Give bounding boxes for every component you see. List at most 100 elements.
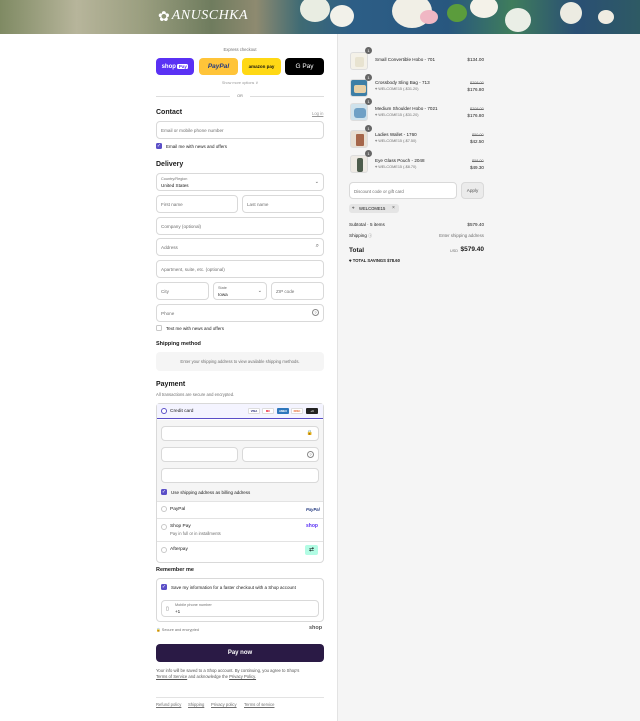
shipping-method-placeholder: Enter your shipping address to view avai… xyxy=(156,352,324,371)
close-icon[interactable]: × xyxy=(392,205,395,211)
tag-icon: ⌖ xyxy=(375,139,378,143)
visa-icon: VISA xyxy=(248,408,260,414)
expiration-input[interactable] xyxy=(161,447,238,462)
mastercard-icon: MC xyxy=(262,408,274,414)
help-icon[interactable]: ? xyxy=(307,451,314,458)
credit-card-label: Credit card xyxy=(170,409,194,414)
discount-code-input[interactable]: Discount code or gift card xyxy=(349,182,457,199)
paypal-radio[interactable] xyxy=(161,506,167,512)
afterpay-radio[interactable] xyxy=(161,547,167,553)
hero-banner xyxy=(0,0,640,34)
item-discount: ⌖ WELCOME15 (-$8.70) xyxy=(375,165,417,169)
lock-icon: 🔒 xyxy=(306,430,313,436)
tag-icon: ⌖ xyxy=(352,205,355,210)
subtotal-value: $579.40 xyxy=(467,222,484,227)
product-thumbnail xyxy=(350,79,368,97)
paypal-logo: PayPal xyxy=(306,507,320,512)
quantity-badge: 1 xyxy=(365,47,372,54)
text-news-checkbox[interactable] xyxy=(156,325,162,331)
email-input[interactable]: Email or mobile phone number xyxy=(156,121,324,139)
express-checkout-title: Express checkout xyxy=(223,47,257,52)
login-link[interactable]: Log in xyxy=(312,111,323,116)
apartment-input[interactable]: Apartment, suite, etc. (optional) xyxy=(156,260,324,278)
zip-input[interactable]: ZIP code xyxy=(271,282,324,300)
terms-of-service-link[interactable]: Terms of Service xyxy=(156,674,187,679)
shipping-link[interactable]: Shipping xyxy=(188,702,204,707)
shipping-value: Enter shipping address xyxy=(439,233,484,238)
phone-input[interactable]: Phone ? xyxy=(156,304,324,322)
more-cards-badge: +4 xyxy=(306,408,318,414)
item-price: $176.80 xyxy=(467,113,484,118)
quantity-badge: 1 xyxy=(365,74,372,81)
banner-flower-art xyxy=(300,0,330,22)
delivery-heading: Delivery xyxy=(156,161,184,168)
total-savings: ⌖ TOTAL SAVINGS $78.60 xyxy=(349,258,400,263)
quantity-badge: 1 xyxy=(365,150,372,157)
email-news-checkbox[interactable] xyxy=(156,143,162,149)
chevron-down-icon: ⌄ xyxy=(314,179,319,185)
mobile-phone-input[interactable]: ▯ Mobile phone number +1 xyxy=(161,600,319,617)
privacy-policy-footer-link[interactable]: Privacy policy xyxy=(211,702,237,707)
product-thumbnail xyxy=(350,130,368,148)
billing-address-checkbox[interactable] xyxy=(161,489,167,495)
payment-subtitle: All transactions are secure and encrypte… xyxy=(156,392,235,397)
amex-icon: AMEX xyxy=(277,408,289,414)
item-price: $176.80 xyxy=(467,87,484,92)
product-thumbnail xyxy=(350,155,368,173)
item-original-price: $58.00 xyxy=(472,159,484,163)
google-pay-button[interactable]: G Pay xyxy=(285,58,324,75)
last-name-input[interactable]: Last name xyxy=(242,195,324,213)
credit-card-radio[interactable] xyxy=(161,408,167,414)
total-value: $579.40 xyxy=(460,246,485,253)
shop-logo-footer: shop xyxy=(309,625,323,631)
payment-heading: Payment xyxy=(156,381,186,388)
amazon-pay-button[interactable]: amazon pay xyxy=(242,58,281,75)
first-name-input[interactable]: First name xyxy=(156,195,238,213)
paypal-label: PayPal xyxy=(170,507,186,512)
shop-logo: shop xyxy=(306,523,318,529)
item-original-price: $50.00 xyxy=(472,133,484,137)
or-separator: OR xyxy=(237,94,243,98)
email-news-label: Email me with news and offers xyxy=(166,144,227,149)
quantity-badge: 1 xyxy=(365,125,372,132)
save-info-label: Save my information for a faster checkou… xyxy=(171,585,296,590)
pay-now-button[interactable]: Pay now xyxy=(156,644,324,662)
terms-of-service-footer-link[interactable]: Terms of service xyxy=(244,702,274,707)
shop-pay-radio[interactable] xyxy=(161,524,167,530)
item-name: Small Convertible Hobo - 701 xyxy=(375,57,436,62)
tag-icon: ⌖ xyxy=(375,165,378,169)
help-icon[interactable]: ⓘ xyxy=(368,233,372,238)
privacy-policy-link[interactable]: Privacy Policy. xyxy=(229,674,256,679)
footer-divider xyxy=(156,697,324,698)
product-thumbnail xyxy=(350,103,368,121)
refund-policy-link[interactable]: Refund policy xyxy=(156,702,181,707)
shipping-label: Shipping ⓘ xyxy=(349,233,373,238)
security-code-input[interactable]: ? xyxy=(242,447,319,462)
apply-discount-button[interactable]: Apply xyxy=(461,182,484,199)
afterpay-label: Afterpay xyxy=(170,547,188,552)
help-icon[interactable]: ? xyxy=(312,309,319,316)
state-select[interactable]: State Iowa ⌄ xyxy=(213,282,267,300)
product-thumbnail xyxy=(350,52,368,70)
more-options-link[interactable]: Show more options ∨ xyxy=(212,80,268,85)
country-select[interactable]: Country/Region United States ⌄ xyxy=(156,173,324,191)
secure-note: 🔒 Secure and encrypted xyxy=(156,628,199,632)
address-input[interactable]: Address ⌕ xyxy=(156,238,324,256)
item-price: $42.50 xyxy=(469,139,484,144)
card-number-input[interactable]: 🔒 xyxy=(161,426,319,441)
company-input[interactable]: Company (optional) xyxy=(156,217,324,235)
item-discount: ⌖ WELCOME15 (-$31.20) xyxy=(375,113,419,117)
shop-pay-button[interactable]: shop Pay xyxy=(156,58,194,75)
save-info-checkbox[interactable] xyxy=(161,584,167,590)
name-on-card-input[interactable] xyxy=(161,468,319,483)
afterpay-logo-icon: ⇄ xyxy=(305,545,318,555)
phone-icon: ▯ xyxy=(166,606,169,612)
item-original-price: $208.00 xyxy=(470,107,484,111)
paypal-express-button[interactable]: PayPal xyxy=(199,58,238,75)
applied-discount-chip: ⌖ WELCOME15 × xyxy=(349,204,399,213)
flower-logo-icon: ✿ xyxy=(158,8,170,24)
shop-pay-sublabel: Pay in full or in installments xyxy=(170,531,221,536)
city-input[interactable]: City xyxy=(156,282,209,300)
chevron-down-icon: ⌄ xyxy=(257,288,262,294)
brand-logo[interactable]: ✿ ANUSCHKA xyxy=(158,8,248,24)
